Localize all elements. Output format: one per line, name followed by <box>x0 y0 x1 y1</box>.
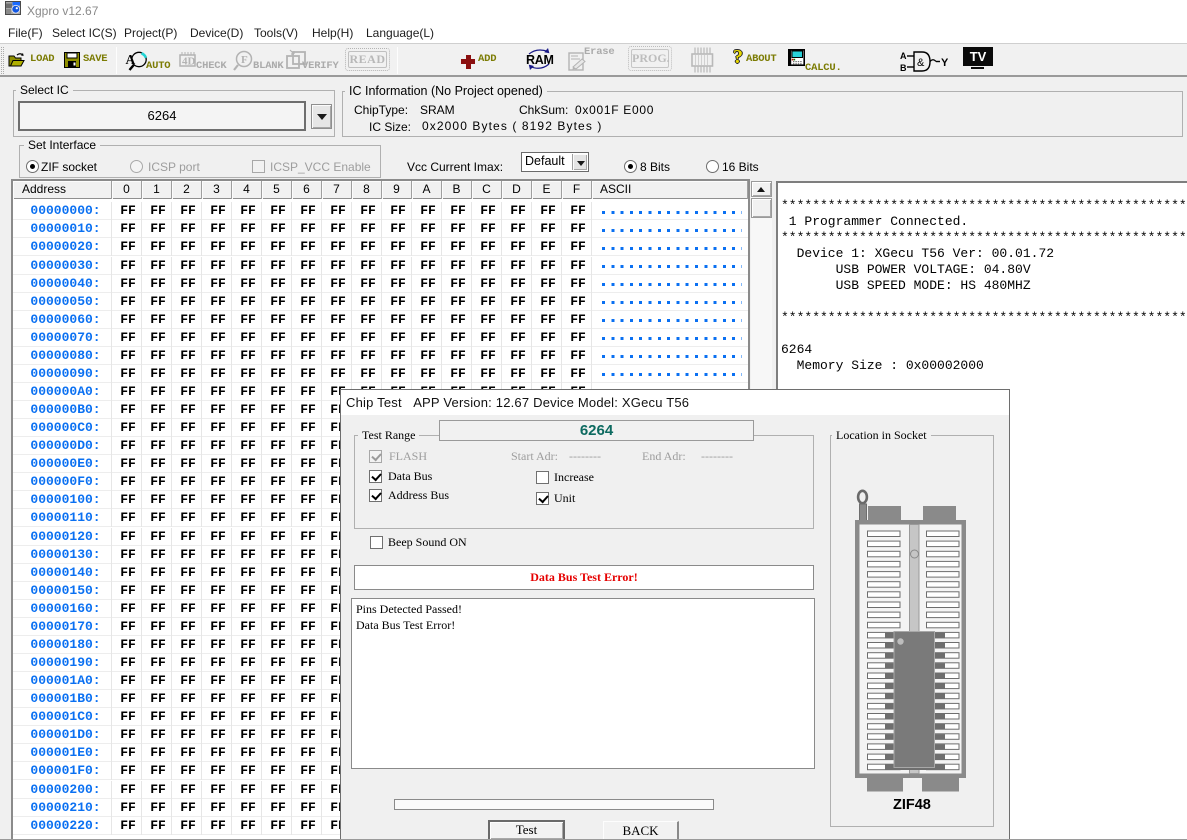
svg-text:RAM: RAM <box>526 53 554 67</box>
svg-text:Y: Y <box>941 57 948 69</box>
svg-text:A: A <box>900 51 907 61</box>
svg-text:ZIF48: ZIF48 <box>893 797 931 813</box>
svg-text:4D: 4D <box>182 56 196 68</box>
svg-text:A: A <box>126 52 136 67</box>
svg-text:&: & <box>917 57 925 69</box>
svg-text:F: F <box>241 54 248 66</box>
svg-text:B: B <box>900 63 907 73</box>
